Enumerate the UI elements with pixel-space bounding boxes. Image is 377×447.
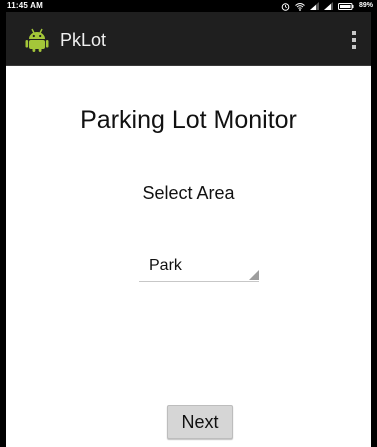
battery-icon bbox=[337, 2, 354, 10]
spinner-selected-value: Park bbox=[149, 257, 182, 274]
battery-percent: 89% bbox=[358, 2, 373, 9]
overflow-menu-icon[interactable] bbox=[347, 27, 361, 53]
status-time: 11:45 AM bbox=[7, 1, 43, 10]
app-frame bbox=[0, 0, 377, 447]
area-spinner[interactable]: Park bbox=[139, 252, 259, 282]
android-icon[interactable] bbox=[24, 27, 50, 53]
status-bar: 11:45 AM 89% bbox=[0, 0, 377, 12]
signal-icon bbox=[309, 2, 319, 10]
alarm-icon bbox=[281, 2, 290, 11]
dropdown-arrow-icon bbox=[249, 270, 259, 280]
wifi-icon bbox=[295, 2, 305, 11]
signal-icon bbox=[323, 2, 333, 10]
app-title: PkLot bbox=[60, 30, 107, 50]
select-area-label: Select Area bbox=[142, 183, 235, 203]
status-icons: 89% bbox=[281, 0, 373, 12]
next-button[interactable]: Next bbox=[167, 405, 233, 439]
page-title: Parking Lot Monitor bbox=[80, 106, 297, 134]
